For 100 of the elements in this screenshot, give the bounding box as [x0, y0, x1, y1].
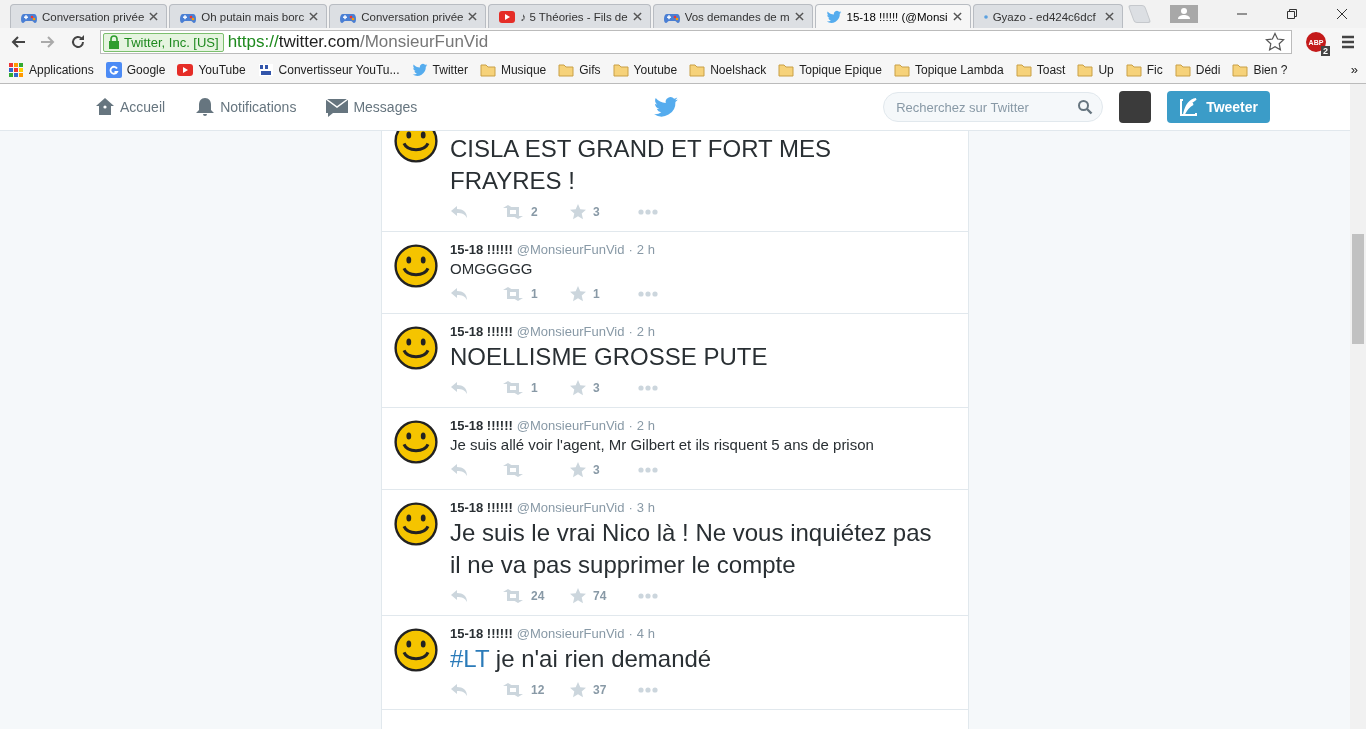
user-name[interactable]: 15-18 !!!!!!: [450, 626, 513, 641]
bookmark-link[interactable]: Gifs: [558, 61, 601, 78]
bookmark-link[interactable]: Topique Lambda: [893, 61, 1004, 78]
search-icon: [1077, 99, 1094, 115]
bookmark-link[interactable]: Fic: [1125, 61, 1163, 78]
user-name[interactable]: 15-18 !!!!!!: [450, 242, 513, 257]
smiley-avatar-icon: [392, 418, 440, 466]
close-icon[interactable]: [309, 12, 319, 21]
browser-tab[interactable]: Gyazo - ed424c6dcf: [972, 4, 1123, 28]
folder-icon: [1125, 61, 1142, 78]
home-icon: [94, 96, 116, 118]
hashtag-link[interactable]: #LT: [450, 645, 490, 672]
folder-icon: [689, 61, 706, 78]
bird-icon: [411, 61, 428, 78]
retweet-icon: [502, 205, 524, 219]
close-icon[interactable]: [632, 12, 642, 21]
more-dots-icon[interactable]: [638, 593, 658, 599]
tab-title: Gyazo - ed424c6dcf: [992, 10, 1097, 23]
bookmark-link[interactable]: Convertisseur YouTu...: [257, 61, 400, 78]
bird-logo-icon: [653, 94, 680, 120]
reply-icon: [450, 463, 468, 477]
browser-tab[interactable]: 15-18 !!!!!! (@Monsi: [814, 4, 971, 28]
tab-title: Oh putain mais borc: [201, 10, 305, 23]
bookmark-link[interactable]: Noelshack: [689, 61, 767, 78]
smiley-avatar-icon: [392, 626, 440, 674]
bookmark-link[interactable]: Topique Epique: [778, 61, 882, 78]
more-dots-icon[interactable]: [638, 467, 658, 473]
quill-icon: [1179, 97, 1200, 117]
reply-icon: [450, 589, 468, 603]
user-name[interactable]: 15-18 !!!!!!: [450, 500, 513, 515]
retweet-icon: [502, 589, 524, 603]
user-name[interactable]: 15-18 !!!!!!: [450, 324, 513, 339]
nav-link[interactable]: Accueil: [94, 96, 166, 118]
grid-icon: [8, 61, 24, 78]
star-icon[interactable]: [1265, 32, 1285, 52]
retweet-icon: [502, 381, 524, 395]
scrollbar-thumb[interactable]: [1352, 234, 1364, 344]
bookmark-link[interactable]: Youtube: [612, 61, 678, 78]
close-icon[interactable]: [794, 12, 804, 21]
bookmark-link[interactable]: Toast: [1015, 61, 1066, 78]
scrollbar[interactable]: [1350, 84, 1366, 729]
profile-icon[interactable]: [1170, 5, 1198, 23]
new-tab-button[interactable]: [1127, 5, 1152, 23]
tweet-text: Je suis allé voir l'agent, Mr Gilbert et ils risquent 5 ans de prison: [450, 435, 875, 455]
smiley-avatar-icon: [392, 131, 440, 165]
search-field[interactable]: Recherchez sur Twitter: [883, 92, 1104, 122]
nav-link[interactable]: Notifications: [194, 96, 297, 118]
browser-tab[interactable]: ♪ 5 Théories - Fils de: [488, 4, 651, 28]
bookmark-link[interactable]: Musique: [479, 61, 547, 78]
retweet-icon: [502, 463, 524, 477]
more-dots-icon[interactable]: [638, 291, 658, 297]
reply-icon: [450, 205, 468, 219]
browser-tab[interactable]: Conversation privée: [329, 4, 487, 28]
folder-icon: [558, 61, 575, 78]
bookmark-link[interactable]: YouTube: [177, 61, 246, 78]
more-dots-icon[interactable]: [638, 687, 658, 693]
tweet-text: #LT je n'ai rien demandé: [450, 644, 713, 674]
google-icon: [105, 61, 122, 78]
bookmark-link[interactable]: Applications: [8, 61, 94, 78]
tab-title: Vos demandes de m: [684, 10, 790, 23]
forward-arrow-icon[interactable]: [40, 34, 56, 50]
overflow-button[interactable]: »: [1350, 62, 1358, 77]
avatar-placeholder[interactable]: [1119, 91, 1152, 123]
close-icon[interactable]: [468, 12, 478, 21]
user-name[interactable]: 15-18 !!!!!!: [450, 418, 513, 433]
bookmark-link[interactable]: Dédi: [1174, 61, 1221, 78]
address-bar[interactable]: Twitter, Inc. [US] https://twitter.com/MonsieurFunVid: [100, 30, 1292, 54]
reload-icon[interactable]: [70, 34, 86, 50]
separator-dot: ·: [628, 500, 633, 515]
bookmark-link[interactable]: Up: [1077, 61, 1114, 78]
nav-link[interactable]: Messages: [325, 96, 418, 118]
star-icon: [570, 682, 586, 698]
bookmark-link[interactable]: Twitter: [411, 61, 468, 78]
separator-dot: ·: [628, 626, 633, 641]
separator-dot: ·: [628, 242, 633, 257]
more-dots-icon[interactable]: [638, 209, 658, 215]
folder-icon: [1232, 61, 1249, 78]
bell-icon: [194, 96, 217, 118]
smiley-avatar-icon: [392, 500, 440, 548]
separator-dot: ·: [628, 324, 633, 339]
bookmark-link[interactable]: Google: [105, 61, 166, 78]
bookmark-link[interactable]: Bien ?: [1232, 61, 1288, 78]
close-icon[interactable]: [1336, 8, 1348, 20]
browser-tab[interactable]: Conversation privée: [10, 4, 168, 28]
folder-icon: [612, 61, 629, 78]
folder-icon: [1077, 61, 1094, 78]
more-dots-icon[interactable]: [638, 385, 658, 391]
url-text: https://twitter.com/MonsieurFunVid: [227, 32, 489, 52]
close-icon[interactable]: [149, 12, 159, 21]
restore-icon[interactable]: [1286, 8, 1298, 20]
folder-icon: [893, 61, 910, 78]
count-badge: 2: [1321, 46, 1330, 56]
browser-tab[interactable]: Vos demandes de m: [652, 4, 813, 28]
close-icon[interactable]: [952, 12, 962, 21]
close-icon[interactable]: [1104, 12, 1114, 21]
folder-icon: [1174, 61, 1191, 78]
menu-icon[interactable]: [1340, 34, 1356, 50]
browser-tab[interactable]: Oh putain mais borc: [169, 4, 328, 28]
back-arrow-icon[interactable]: [10, 34, 26, 50]
youtube-icon: [177, 61, 194, 78]
